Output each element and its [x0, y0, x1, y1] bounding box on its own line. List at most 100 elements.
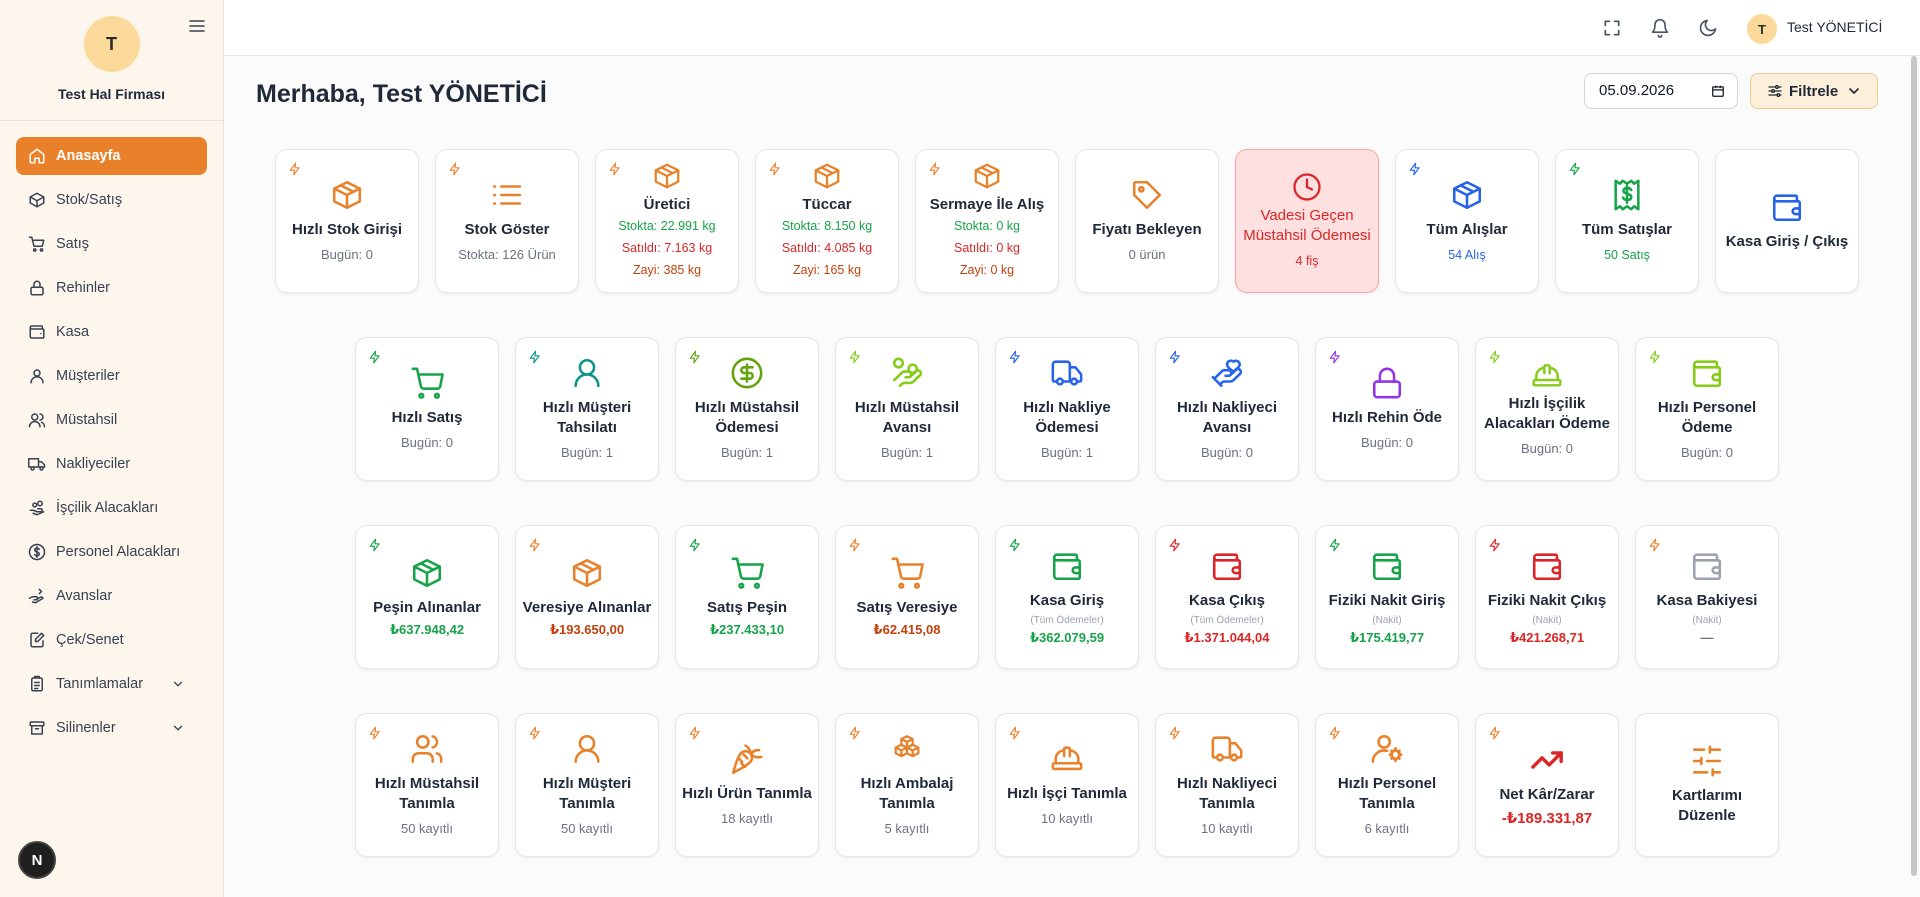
- sidebar-item-pledges[interactable]: Rehinler: [16, 269, 207, 307]
- clipboard-icon: [31, 675, 43, 692]
- user-avatar[interactable]: T: [1747, 14, 1777, 44]
- card-subtitle: Bugün: 1: [1040, 445, 1094, 460]
- card-producer[interactable]: Üretici Stokta: 22.991 kg Satıldı: 7.163…: [595, 149, 739, 293]
- card-overdue-producer-payment[interactable]: Vadesi Geçen Müstahsil Ödemesi 4 fiş: [1235, 149, 1379, 293]
- card-title: Hızlı Nakliyeci Avansı: [1176, 399, 1278, 436]
- card-subtitle: 10 kayıtlı: [1200, 821, 1254, 836]
- bell-icon[interactable]: [1650, 18, 1670, 38]
- lock-icon: [30, 280, 44, 296]
- card-quick-define-customer[interactable]: Hızlı Müşteri Tanımla 50 kayıtlı: [515, 713, 659, 857]
- card-quick-sale[interactable]: Hızlı Satış Bugün: 0: [355, 337, 499, 481]
- card-quick-define-producer[interactable]: Hızlı Müstahsil Tanımla 50 kayıtlı: [355, 713, 499, 857]
- card-capital-purchase[interactable]: Sermaye İle Alış Stokta: 0 kg Satıldı: 0…: [915, 149, 1059, 293]
- card-quick-labor-payment[interactable]: Hızlı İşçilik Alacakları Ödeme Bugün: 0: [1475, 337, 1619, 481]
- sidebar-item-stock-sales[interactable]: Stok/Satış: [16, 181, 207, 219]
- card-quick-define-staff[interactable]: Hızlı Personel Tanımla 6 kayıtlı: [1315, 713, 1459, 857]
- card-cash-out[interactable]: Kasa Çıkış (Tüm Ödemeler) ₺1.371.044,04: [1155, 525, 1299, 669]
- card-cash-sales[interactable]: Satış Peşin ₺237.433,10: [675, 525, 819, 669]
- card-quick-define-worker[interactable]: Hızlı İşçi Tanımla 10 kayıtlı: [995, 713, 1139, 857]
- sidebar-item-producers[interactable]: Müstahsil: [16, 401, 207, 439]
- sidebar-item-carriers[interactable]: Nakliyeciler: [16, 445, 207, 483]
- archive-icon: [29, 721, 45, 735]
- card-cash-balance[interactable]: Kasa Bakiyesi (Nakit) —: [1635, 525, 1779, 669]
- user-name[interactable]: Test YÖNETİCİ: [1787, 19, 1882, 35]
- card-cash-in-out[interactable]: Kasa Giriş / Çıkış: [1715, 149, 1859, 293]
- card-merchant[interactable]: Tüccar Stokta: 8.150 kg Satıldı: 4.085 k…: [755, 149, 899, 293]
- user-cog-icon: [1370, 732, 1404, 766]
- card-cash-in[interactable]: Kasa Giriş (Tüm Ödemeler) ₺362.079,59: [995, 525, 1139, 669]
- scrollbar[interactable]: [1911, 56, 1917, 876]
- card-subtitle: Stokta: 126 Ürün: [458, 247, 556, 262]
- home-icon: [29, 148, 45, 164]
- filter-button[interactable]: Filtrele: [1750, 73, 1878, 109]
- card-subtitle: 0 ürün: [1128, 247, 1166, 262]
- card-quick-producer-payment[interactable]: Hızlı Müstahsil Ödemesi Bugün: 1: [675, 337, 819, 481]
- moon-icon[interactable]: [1698, 18, 1718, 38]
- menu-icon[interactable]: [188, 18, 206, 34]
- user-icon: [570, 356, 604, 390]
- card-all-sales[interactable]: Tüm Satışlar 50 Satış: [1555, 149, 1699, 293]
- card-title: Hızlı Ambalaj Tanımla: [860, 775, 954, 812]
- company-avatar: T: [83, 16, 140, 72]
- card-value: ₺362.079,59: [1029, 629, 1105, 645]
- sidebar-item-staff-receivables[interactable]: Personel Alacakları: [16, 533, 207, 571]
- card-net-profit-loss[interactable]: Net Kâr/Zarar -₺189.331,87: [1475, 713, 1619, 857]
- card-value: ₺1.371.044,04: [1184, 629, 1270, 645]
- card-subtitle: 5 kayıtlı: [884, 821, 930, 836]
- sliders-icon: [1690, 744, 1724, 778]
- card-credit-sales[interactable]: Satış Veresiye ₺62.415,08: [835, 525, 979, 669]
- card-quick-shipping-payment[interactable]: Hızlı Nakliye Ödemesi Bugün: 1: [995, 337, 1139, 481]
- topbar: T Test YÖNETİCİ: [224, 0, 1920, 56]
- card-physical-cash-out[interactable]: Fiziki Nakit Çıkış (Nakit) ₺421.268,71: [1475, 525, 1619, 669]
- sidebar-item-advances[interactable]: Avanslar: [16, 577, 207, 615]
- card-physical-cash-in[interactable]: Fiziki Nakit Giriş (Nakit) ₺175.419,77: [1315, 525, 1459, 669]
- card-title: Hızlı Müşteri Tanımla: [542, 775, 632, 812]
- dev-tools-badge[interactable]: N: [18, 841, 56, 879]
- truck-icon: [1210, 732, 1244, 766]
- sidebar-item-label: Silinenler: [56, 720, 116, 736]
- sidebar-item-cash[interactable]: Kasa: [16, 313, 207, 351]
- sidebar-item-checks[interactable]: Çek/Senet: [16, 621, 207, 659]
- sidebar-item-sales[interactable]: Satış: [16, 225, 207, 263]
- hard-hat-icon: [1050, 742, 1084, 776]
- card-credit-purchases[interactable]: Veresiye Alınanlar ₺193.650,00: [515, 525, 659, 669]
- card-value: ₺421.268,71: [1509, 629, 1585, 645]
- card-price-pending[interactable]: Fiyatı Bekleyen 0 ürün: [1075, 149, 1219, 293]
- card-subtitle: Bugün: 1: [880, 445, 934, 460]
- card-title: Üretici: [643, 196, 691, 213]
- sidebar-item-labor-receivables[interactable]: İşçilik Alacakları: [16, 489, 207, 527]
- sidebar-item-definitions[interactable]: Tanımlamalar: [16, 665, 207, 703]
- card-quick-define-product[interactable]: Hızlı Ürün Tanımla 18 kayıtlı: [675, 713, 819, 857]
- card-quick-carrier-advance[interactable]: Hızlı Nakliyeci Avansı Bugün: 0: [1155, 337, 1299, 481]
- box-icon: [1450, 178, 1484, 212]
- fullscreen-icon[interactable]: [1602, 18, 1622, 38]
- card-edit-my-cards[interactable]: Kartlarımı Düzenle: [1635, 713, 1779, 857]
- sidebar-item-label: Anasayfa: [56, 148, 121, 164]
- card-quick-producer-advance[interactable]: Hızlı Müstahsil Avansı Bugün: 1: [835, 337, 979, 481]
- card-all-purchases[interactable]: Tüm Alışlar 54 Alış: [1395, 149, 1539, 293]
- card-value: ₺237.433,10: [709, 622, 785, 637]
- box-icon: [972, 161, 1002, 191]
- card-cash-purchases[interactable]: Peşin Alınanlar ₺637.948,42: [355, 525, 499, 669]
- sidebar-item-customers[interactable]: Müşteriler: [16, 357, 207, 395]
- sidebar-item-deleted[interactable]: Silinenler: [16, 709, 207, 747]
- card-value: ₺175.419,77: [1349, 629, 1425, 645]
- card-show-stock[interactable]: Stok Göster Stokta: 126 Ürün: [435, 149, 579, 293]
- card-quick-stock-entry[interactable]: Hızlı Stok Girişi Bugün: 0: [275, 149, 419, 293]
- card-quick-staff-payment[interactable]: Hızlı Personel Ödeme Bugün: 0: [1635, 337, 1779, 481]
- card-title: Kasa Çıkış: [1189, 591, 1265, 609]
- card-quick-pledge-pay[interactable]: Hızlı Rehin Öde Bugün: 0: [1315, 337, 1459, 481]
- card-quick-define-carrier[interactable]: Hızlı Nakliyeci Tanımla 10 kayıtlı: [1155, 713, 1299, 857]
- sidebar-item-home[interactable]: Anasayfa: [16, 137, 207, 175]
- calendar-icon[interactable]: [1711, 84, 1725, 98]
- card-subtitle: Bugün: 0: [1680, 445, 1734, 460]
- card-quick-customer-collection[interactable]: Hızlı Müşteri Tahsilatı Bugün: 1: [515, 337, 659, 481]
- wallet-icon: [1370, 549, 1404, 583]
- card-quick-define-package[interactable]: Hızlı Ambalaj Tanımla 5 kayıtlı: [835, 713, 979, 857]
- card-title: Kartlarımı Düzenle: [1671, 787, 1743, 824]
- date-input[interactable]: 05.09.2026: [1584, 73, 1738, 109]
- sidebar-item-label: Satış: [56, 236, 90, 252]
- wallet-icon: [1530, 549, 1564, 583]
- card-subtitle: 50 Satış: [1604, 248, 1650, 262]
- hand-coins-icon: [29, 500, 45, 516]
